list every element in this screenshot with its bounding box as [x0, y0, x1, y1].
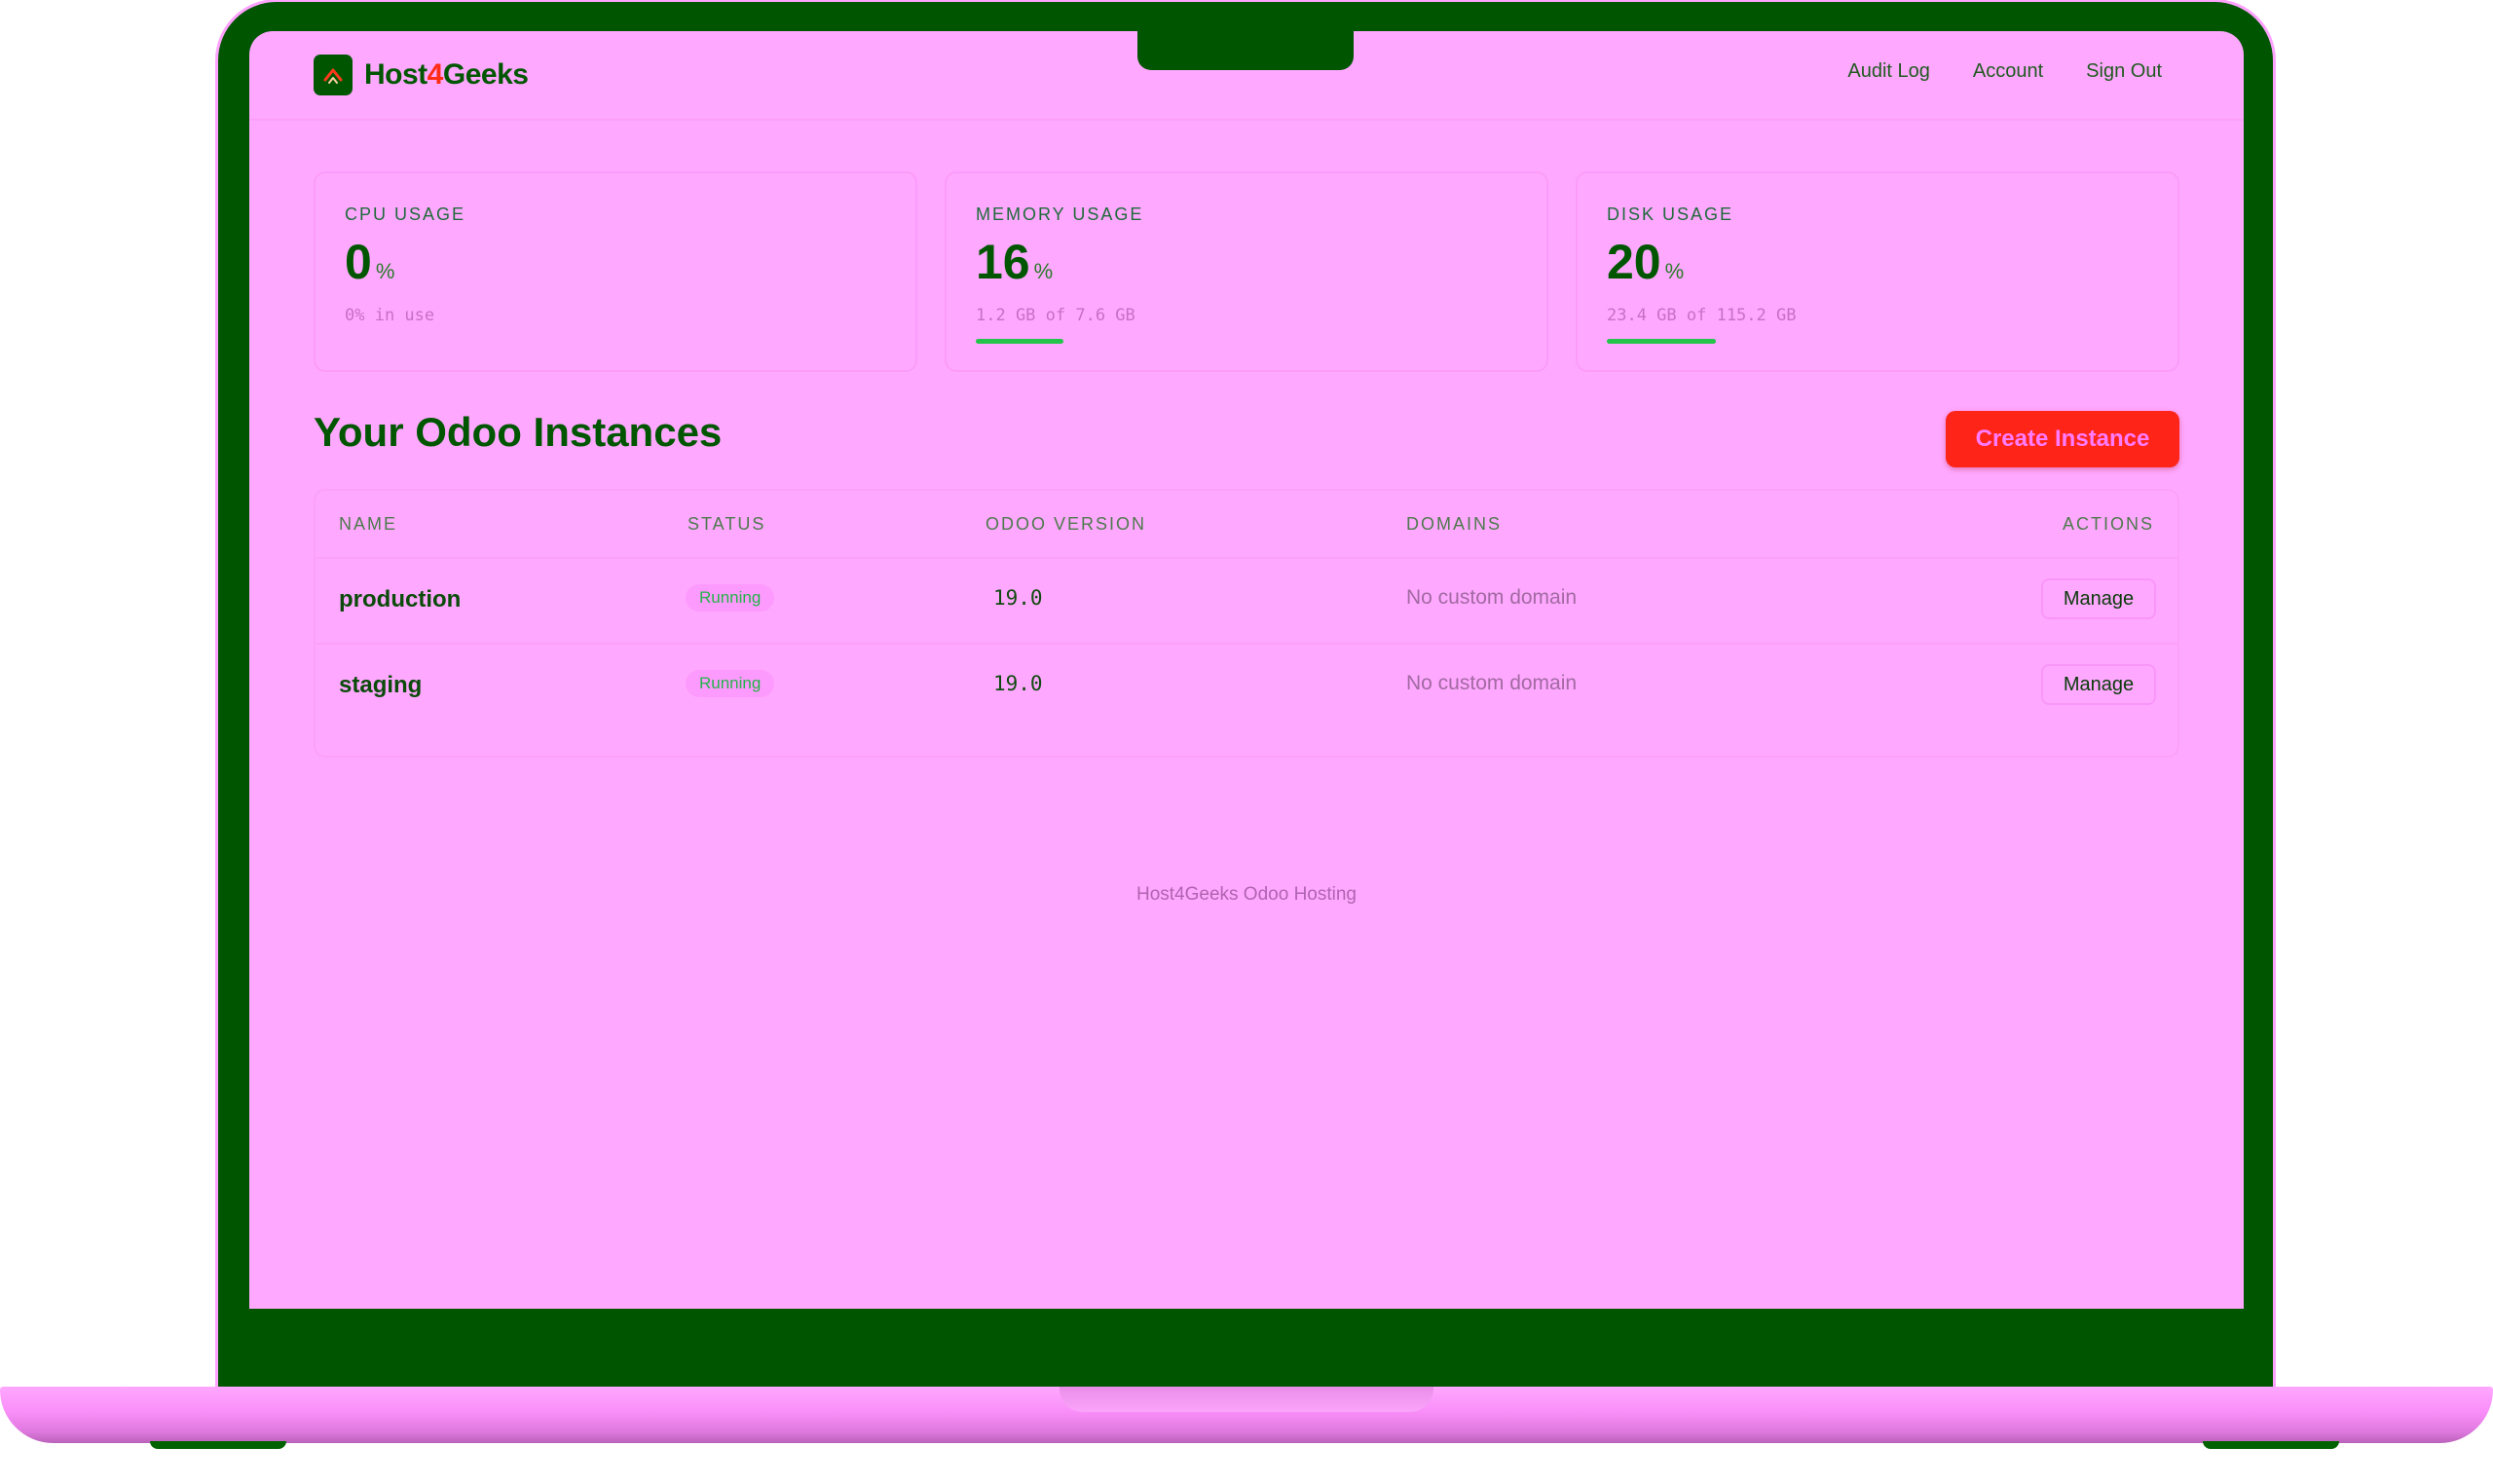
table-row: production Running 19.0 No custom domain… — [316, 559, 2177, 645]
instance-name: staging — [339, 672, 423, 698]
brand-logo[interactable]: Host4Geeks — [314, 55, 529, 95]
disk-usage-bar — [1607, 339, 2152, 344]
disk-usage-detail: 23.4 GB of 115.2 GB — [1607, 306, 1797, 325]
laptop-foot-right — [2203, 1441, 2339, 1449]
disk-usage-label: DISK USAGE — [1607, 204, 1734, 224]
instance-domains: No custom domain — [1406, 586, 1578, 609]
cpu-usage-value: 0% — [345, 235, 395, 289]
table-row: staging Running 19.0 No custom domain Ma… — [316, 645, 2177, 728]
manage-button[interactable]: Manage — [2041, 664, 2156, 705]
nav-audit-log[interactable]: Audit Log — [1847, 60, 1930, 83]
col-actions: ACTIONS — [2062, 514, 2154, 534]
laptop-foot-left — [150, 1441, 286, 1449]
camera-notch — [1137, 29, 1354, 70]
nav-account[interactable]: Account — [1973, 60, 2043, 83]
cpu-usage-detail: 0% in use — [345, 306, 435, 325]
instances-table: NAME STATUS ODOO VERSION DOMAINS ACTIONS… — [314, 489, 2179, 758]
col-odoo-version: ODOO VERSION — [986, 514, 1147, 534]
logo-icon — [314, 55, 353, 95]
table-header: NAME STATUS ODOO VERSION DOMAINS ACTIONS — [316, 491, 2177, 559]
nav-sign-out[interactable]: Sign Out — [2086, 60, 2162, 83]
disk-usage-card: DISK USAGE 20% 23.4 GB of 115.2 GB — [1576, 171, 2179, 372]
memory-usage-detail: 1.2 GB of 7.6 GB — [976, 306, 1135, 325]
nav-links: Audit Log Account Sign Out — [1847, 60, 2162, 83]
disk-usage-value: 20% — [1607, 235, 1685, 289]
status-badge: Running — [686, 670, 775, 697]
page-footer: Host4Geeks Odoo Hosting — [1135, 884, 1357, 905]
cpu-usage-label: CPU USAGE — [345, 204, 466, 224]
instance-version: 19.0 — [993, 672, 1043, 695]
memory-usage-card: MEMORY USAGE 16% 1.2 GB of 7.6 GB — [945, 171, 1548, 372]
app-screen: Host4Geeks Audit Log Account Sign Out CP… — [249, 31, 2244, 1309]
brand-name: Host4Geeks — [364, 58, 529, 91]
create-instance-button[interactable]: Create Instance — [1946, 411, 2179, 467]
instances-title: Your Odoo Instances — [314, 409, 723, 455]
memory-usage-value: 16% — [976, 235, 1054, 289]
laptop-base-notch — [1060, 1387, 1433, 1412]
status-badge: Running — [686, 584, 775, 612]
instance-name: production — [339, 586, 462, 612]
memory-usage-label: MEMORY USAGE — [976, 204, 1144, 224]
col-name: NAME — [339, 514, 398, 534]
instance-version: 19.0 — [993, 586, 1043, 610]
col-status: STATUS — [688, 514, 766, 534]
instance-domains: No custom domain — [1406, 672, 1578, 694]
cpu-usage-card: CPU USAGE 0% 0% in use — [314, 171, 917, 372]
col-domains: DOMAINS — [1406, 514, 1503, 534]
manage-button[interactable]: Manage — [2041, 578, 2156, 619]
memory-usage-bar — [976, 339, 1521, 344]
cpu-usage-bar — [345, 339, 890, 344]
